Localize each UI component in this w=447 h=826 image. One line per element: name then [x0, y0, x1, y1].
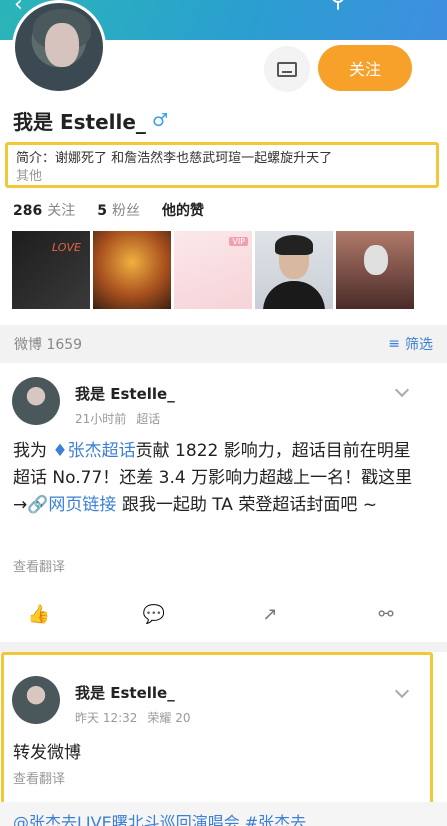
filter-label: 筛选 [405, 337, 433, 353]
quoted-post-text: @张杰去LIVE曙北斗巡回演唱会 #张杰去 [13, 813, 307, 826]
post-body: 我为 ♦张杰超话贡献 1822 影响力，超话目前在明星超话 No.77！还差 3… [13, 441, 413, 515]
see-translation-link[interactable]: 查看翻译 [13, 556, 65, 575]
see-translation-link[interactable]: 查看翻译 [13, 768, 65, 787]
share-icon[interactable]: ⚯ [371, 599, 401, 629]
post-body: 转发微博 [13, 743, 81, 763]
bio-section[interactable]: 简介：谢娜死了 和詹浩然李也慈武珂瑄一起螺旋升天了 其他 [5, 142, 439, 188]
following-stat[interactable]: 286 关注 [13, 200, 75, 220]
album-thumb[interactable]: LOVE [12, 231, 90, 309]
search-icon[interactable]: ⚲ [330, 0, 346, 12]
album-strip: LOVE VIP [12, 231, 414, 309]
avatar[interactable] [12, 377, 60, 425]
chevron-down-icon[interactable] [394, 382, 410, 398]
followers-stat[interactable]: 5 粉丝 [97, 200, 140, 220]
supertopic-link[interactable]: ♦张杰超话 [52, 441, 135, 461]
comment-icon[interactable]: 💬 [139, 599, 169, 629]
album-thumb[interactable] [336, 231, 414, 309]
post-source: 超话 [136, 412, 161, 426]
album-thumb[interactable] [255, 231, 333, 309]
post-header: 我是 Estelle_ 21小时前 超话 [12, 377, 175, 427]
repost-icon[interactable]: ↗ [255, 599, 285, 629]
envelope-icon [277, 61, 297, 77]
post-header: 我是 Estelle_ 昨天 12:32 荣耀 20 [12, 676, 201, 726]
filter-button[interactable]: ≡ 筛选 [388, 334, 433, 354]
post-author[interactable]: 我是 Estelle_ [75, 682, 201, 703]
male-icon: ♂ [151, 110, 169, 131]
follow-button[interactable]: 关注 [318, 45, 412, 91]
post-author[interactable]: 我是 Estelle_ [75, 383, 175, 404]
message-button[interactable] [264, 46, 310, 92]
post-meta: 21小时前 超话 [75, 410, 175, 427]
post-card: 我是 Estelle_ 昨天 12:32 荣耀 20 转发微博 查看翻译 @张杰去… [0, 652, 447, 826]
following-label: 关注 [47, 203, 76, 219]
avatar[interactable] [12, 676, 60, 724]
album-thumb[interactable] [93, 231, 171, 309]
album-thumb[interactable]: VIP [174, 231, 252, 309]
feed-bar: 微博 1659 ≡ 筛选 [0, 325, 447, 363]
followers-count: 5 [97, 203, 107, 219]
following-count: 286 [13, 203, 43, 219]
profile-card: 关注 我是 Estelle_ ♂ 简介：谢娜死了 和詹浩然李也慈武珂瑄一起螺旋升… [0, 0, 447, 325]
bio-text: 简介：谢娜死了 和詹浩然李也慈武珂瑄一起螺旋升天了 [16, 151, 333, 166]
followers-label: 粉丝 [111, 203, 140, 219]
post-meta: 昨天 12:32 荣耀 20 [75, 709, 201, 726]
post-card: 我是 Estelle_ 21小时前 超话 我为 ♦张杰超话贡献 1822 影响力，… [0, 363, 447, 642]
weibo-count: 微博 1659 [14, 337, 83, 353]
more-dots-icon[interactable]: ⋯ [382, 0, 405, 10]
post-time: 21小时前 [75, 412, 127, 426]
username-row: 我是 Estelle_ ♂ [13, 106, 168, 135]
username: 我是 Estelle_ [13, 110, 146, 134]
quoted-post[interactable]: @张杰去LIVE曙北斗巡回演唱会 #张杰去 [0, 802, 447, 826]
back-arrow-icon[interactable]: ‹ [14, 0, 23, 16]
web-link[interactable]: 🔗网页链接 [27, 495, 116, 515]
post-source: 荣耀 20 [147, 711, 191, 725]
bio-more[interactable]: 其他 [16, 168, 428, 185]
avatar[interactable] [12, 0, 106, 94]
liked-tab[interactable]: 他的赞 [162, 200, 204, 220]
filter-icon: ≡ [388, 336, 400, 352]
like-icon[interactable]: 👍 [24, 599, 54, 629]
post-time: 昨天 12:32 [75, 711, 138, 725]
stats-row: 286 关注 5 粉丝 他的赞 [13, 200, 226, 220]
post-actions: 👍 💬 ↗ ⚯ [0, 599, 447, 629]
